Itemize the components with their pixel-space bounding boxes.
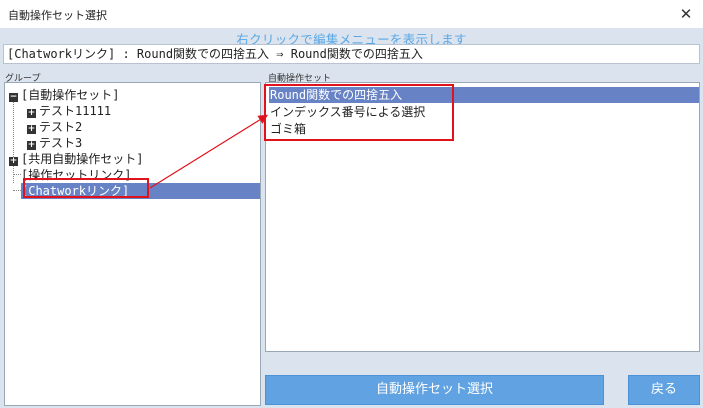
expand-icon[interactable]: + <box>9 157 18 166</box>
tree-item-label: テスト3 <box>39 136 83 150</box>
hint-text: 右クリックで編集メニューを表示します <box>236 32 467 47</box>
tree-connector-line <box>13 190 21 191</box>
selection-path-field: [Chatworkリンク] : Round関数での四捨五入 ⇒ Round関数で… <box>3 44 700 64</box>
list-item[interactable]: Round関数での四捨五入 <box>269 87 699 103</box>
tree-item-label: テスト11111 <box>39 104 112 118</box>
select-set-button[interactable]: 自動操作セット選択 <box>265 375 604 405</box>
tree-item-set-link[interactable]: [操作セットリンク] <box>21 167 131 183</box>
tree-item-label: [自動操作セット] <box>21 88 120 102</box>
tree-item-test11111[interactable]: + テスト11111 <box>27 103 111 119</box>
expand-icon[interactable]: + <box>27 109 36 118</box>
expand-icon[interactable]: + <box>27 141 36 150</box>
group-tree[interactable]: − [自動操作セット] + テスト11111 + テスト2 + テスト3 + [共用自動操… <box>4 82 261 406</box>
tree-item-label: [操作セットリンク] <box>21 168 132 182</box>
list-item[interactable]: ゴミ箱 <box>269 121 699 137</box>
tree-connector-line <box>13 174 21 175</box>
collapse-icon[interactable]: − <box>9 93 18 102</box>
tree-item-label: [共用自動操作セット] <box>21 152 144 166</box>
expand-icon[interactable]: + <box>27 125 36 134</box>
tree-item-label: テスト2 <box>39 120 83 134</box>
tree-item-auto-sets[interactable]: − [自動操作セット] <box>9 87 119 103</box>
auto-set-list[interactable]: Round関数での四捨五入 インデックス番号による選択 ゴミ箱 <box>265 82 700 352</box>
window-title: 自動操作セット選択 <box>8 9 107 22</box>
tree-item-chatwork-link[interactable]: [Chatworkリンク] <box>21 183 260 199</box>
close-icon[interactable]: ✕ <box>675 3 697 25</box>
list-item[interactable]: インデックス番号による選択 <box>269 104 699 120</box>
tree-connector-line <box>13 97 14 183</box>
tree-item-label: [Chatworkリンク] <box>21 184 130 198</box>
title-bar: 自動操作セット選択 ✕ <box>0 0 703 28</box>
tree-item-test2[interactable]: + テスト2 <box>27 119 82 135</box>
tree-item-test3[interactable]: + テスト3 <box>27 135 82 151</box>
tree-item-shared-sets[interactable]: + [共用自動操作セット] <box>9 151 143 167</box>
back-button[interactable]: 戻る <box>628 375 700 405</box>
